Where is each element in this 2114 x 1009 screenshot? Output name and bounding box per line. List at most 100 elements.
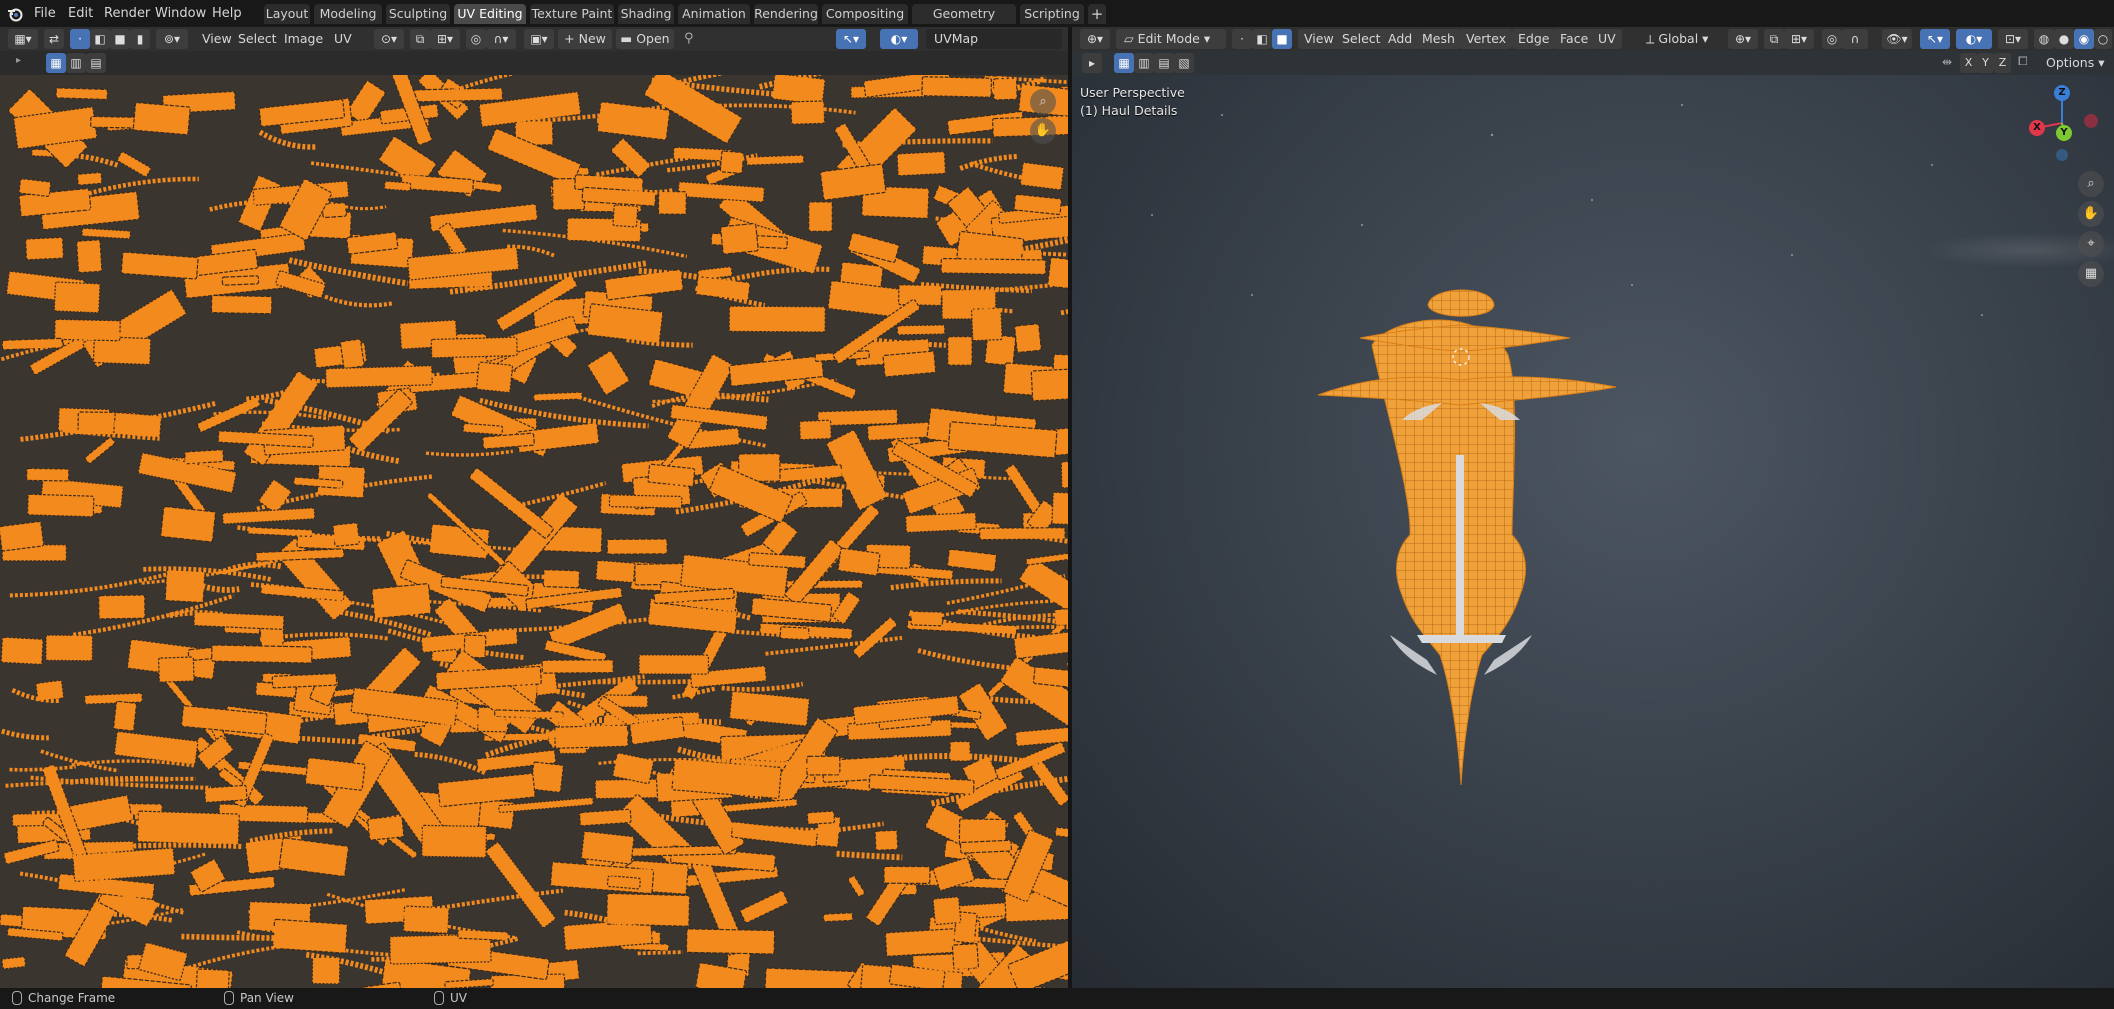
navigation-gizmo[interactable]: X Y Z <box>2022 83 2102 163</box>
uv-island[interactable] <box>195 968 230 988</box>
uv-island[interactable] <box>25 467 70 482</box>
tab-geometry-nodes[interactable]: Geometry Nodes <box>912 4 1016 41</box>
vp-falloff-icon[interactable]: ∩ <box>1842 29 1868 49</box>
viewport-scene[interactable] <box>1072 75 2114 988</box>
select-extend-icon[interactable]: ▥ <box>66 53 86 73</box>
uv-island[interactable] <box>1014 323 1042 354</box>
tab-scripting[interactable]: Scripting <box>1020 4 1084 24</box>
gizmo-neg-x-axis[interactable] <box>2084 114 2098 128</box>
select-box-icon[interactable]: ▦ <box>46 53 66 73</box>
uv-island[interactable] <box>98 594 146 620</box>
uv-menu-image[interactable]: Image <box>278 29 329 49</box>
vertex-select-icon[interactable]: · <box>70 29 90 49</box>
uv-island[interactable] <box>595 559 636 584</box>
vp-snap-target-icon[interactable]: ⊞▾ <box>1784 29 1814 49</box>
wireframe-shading-icon[interactable]: ◍ <box>2034 29 2054 49</box>
editor-type-icon[interactable]: ▦▾ <box>8 29 38 49</box>
tab-shading[interactable]: Shading <box>618 4 674 24</box>
vp-gizmo-toggle-icon[interactable]: ↖▾ <box>1920 29 1950 49</box>
vp-snap-icon[interactable]: ⧉ <box>1764 29 1784 49</box>
blender-logo-icon[interactable] <box>6 5 24 23</box>
transform-orientation-dropdown[interactable]: ⟂ Global ▾ <box>1640 29 1714 49</box>
uv-island[interactable] <box>1051 491 1068 528</box>
uv-island[interactable] <box>0 520 45 552</box>
uv-island[interactable] <box>580 830 635 865</box>
open-image-button[interactable]: ▬ Open <box>616 29 674 49</box>
uv-island[interactable] <box>606 875 641 890</box>
uv-island[interactable] <box>1 956 27 970</box>
mirror-z-toggle[interactable]: Z <box>1994 53 2011 73</box>
uv-island[interactable] <box>211 644 313 664</box>
material-shading-icon[interactable]: ◉ <box>2074 29 2094 49</box>
uv-island[interactable] <box>947 336 973 366</box>
uv-island[interactable] <box>951 943 979 971</box>
vp-proportional-icon[interactable]: ◎ <box>1822 29 1842 49</box>
vp-pan-hand-icon[interactable]: ✋ <box>2078 201 2104 227</box>
uv-island[interactable] <box>940 257 1047 276</box>
gizmo-toggle-icon[interactable]: ↖▾ <box>836 29 866 49</box>
gizmo-z-axis[interactable]: Z <box>2054 85 2070 101</box>
uv-island[interactable] <box>76 171 103 186</box>
menu-file[interactable]: File <box>30 4 60 23</box>
sync-selection-icon[interactable]: ⇄ <box>44 29 64 49</box>
image-browse-icon[interactable]: ▣▾ <box>524 29 554 49</box>
vp-menu-uv[interactable]: UV <box>1592 29 1622 49</box>
tab-uv-editing[interactable]: UV Editing <box>454 4 526 24</box>
mirror-y-toggle[interactable]: Y <box>1977 53 1994 73</box>
vp-select-extend-icon[interactable]: ▥ <box>1134 53 1154 73</box>
vp-menu-view[interactable]: View <box>1298 29 1340 49</box>
uv-island[interactable] <box>533 391 583 402</box>
gizmo-neg-z-axis[interactable] <box>2056 149 2068 161</box>
tab-rendering[interactable]: Rendering <box>754 4 818 24</box>
uv-island[interactable] <box>779 626 810 641</box>
uv-island[interactable] <box>657 190 687 215</box>
uv-island[interactable] <box>905 512 977 533</box>
tab-animation[interactable]: Animation <box>678 4 750 24</box>
uv-island[interactable] <box>612 204 639 228</box>
uv-island[interactable] <box>921 76 993 98</box>
uv-island[interactable] <box>84 692 143 705</box>
uv-island[interactable] <box>157 656 195 683</box>
uv-island[interactable] <box>638 654 710 675</box>
uv-island[interactable] <box>605 892 691 927</box>
uv-island[interactable] <box>55 87 109 101</box>
vp-menu-add[interactable]: Add <box>1382 29 1419 49</box>
vp-select-subtract-icon[interactable]: ▤ <box>1154 53 1174 73</box>
uv-island[interactable] <box>332 522 360 547</box>
uvmap-selector[interactable]: UVMap <box>926 29 1062 49</box>
topology-mirror-icon[interactable]: ⧠ <box>2018 54 2028 69</box>
uv-island[interactable] <box>132 101 191 136</box>
xray-icon[interactable]: ⊡▾ <box>1998 29 2028 49</box>
vertex-mode-icon[interactable]: · <box>1232 29 1252 49</box>
vp-zoom-icon[interactable]: ⌕ <box>2078 171 2104 197</box>
vp-menu-edge[interactable]: Edge <box>1512 29 1556 49</box>
uv-edge-strip[interactable] <box>511 573 554 580</box>
vp-overlay-toggle-icon[interactable]: ◐▾ <box>1956 29 1992 49</box>
select-subtract-icon[interactable]: ▤ <box>86 53 106 73</box>
uv-island[interactable] <box>896 151 947 177</box>
uv-island[interactable] <box>884 927 964 957</box>
uv-island[interactable] <box>837 547 881 577</box>
uv-island[interactable] <box>18 178 52 197</box>
sticky-selection-icon[interactable]: ⊚▾ <box>156 29 188 49</box>
edge-mode-icon[interactable]: ◧ <box>1252 29 1272 49</box>
uv-island[interactable] <box>541 659 614 674</box>
uv-island[interactable] <box>806 810 836 825</box>
proportional-edit-icon[interactable]: ◎ <box>466 29 486 49</box>
uv-island[interactable] <box>475 361 514 393</box>
uv-island[interactable] <box>35 679 65 702</box>
island-select-icon[interactable]: ▮ <box>130 29 150 49</box>
uv-island[interactable] <box>339 338 365 370</box>
tab-modeling[interactable]: Modeling <box>314 4 382 24</box>
uv-island[interactable] <box>896 324 946 336</box>
uv-island[interactable] <box>45 634 94 662</box>
mode-selector[interactable]: ▱ Edit Mode ▾ <box>1116 29 1226 49</box>
tab-layout[interactable]: Layout <box>264 4 310 24</box>
uv-island[interactable] <box>882 350 937 378</box>
uv-island[interactable] <box>554 724 629 749</box>
uv-island[interactable] <box>530 761 564 793</box>
falloff-icon[interactable]: ∩▾ <box>486 29 516 49</box>
uv-island[interactable] <box>932 896 962 926</box>
uv-island[interactable] <box>1019 161 1065 191</box>
uv-island[interactable] <box>606 538 668 555</box>
